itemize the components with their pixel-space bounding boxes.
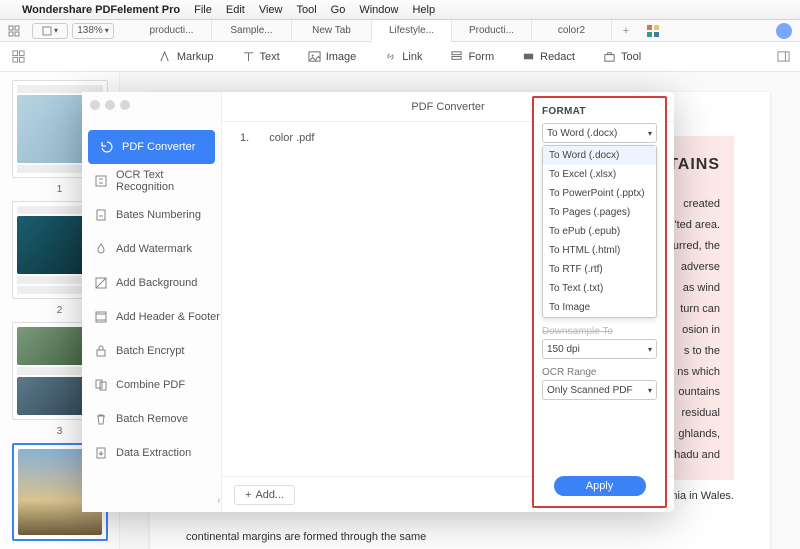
sidebar-item-pdf-converter[interactable]: PDF Converter <box>88 130 215 164</box>
format-panel: FORMAT To Word (.docx)▾ To Word (.docx) … <box>532 96 667 508</box>
tool-form[interactable]: Form <box>450 50 494 63</box>
sidebar-item-bates[interactable]: Bates Numbering <box>82 198 221 232</box>
menu-help[interactable]: Help <box>412 4 435 16</box>
apps-icon[interactable] <box>12 50 25 63</box>
tool-link[interactable]: Link <box>384 50 422 63</box>
ocr-range-select[interactable]: Only Scanned PDF▾ <box>542 380 657 400</box>
sidebar-item-extract[interactable]: Data Extraction <box>82 436 221 470</box>
zoom-dropdown[interactable]: 138%▾ <box>72 23 114 39</box>
new-tab-button[interactable]: + <box>612 25 640 37</box>
sidebar-item-combine[interactable]: Combine PDF <box>82 368 221 402</box>
grid-icon[interactable] <box>646 24 660 38</box>
doc-foot: continental margins are formed through t… <box>186 527 734 548</box>
format-option-excel[interactable]: To Excel (.xlsx) <box>543 165 656 184</box>
menu-view[interactable]: View <box>259 4 283 16</box>
sidebar-item-encrypt[interactable]: Batch Encrypt <box>82 334 221 368</box>
mac-menubar: Wondershare PDFelement Pro File Edit Vie… <box>0 0 800 20</box>
format-option-rtf[interactable]: To RTF (.rtf) <box>543 260 656 279</box>
downsample-label: Downsample To <box>542 326 657 337</box>
format-option-ppt[interactable]: To PowerPoint (.pptx) <box>543 184 656 203</box>
plus-icon: + <box>245 489 251 501</box>
format-option-word[interactable]: To Word (.docx) <box>543 146 656 165</box>
thumb-label-1: 1 <box>57 184 63 195</box>
format-option-text[interactable]: To Text (.txt) <box>543 279 656 298</box>
doc-tab-3[interactable]: Lifestyle... <box>372 20 452 42</box>
doc-tab-0[interactable]: producti... <box>132 20 212 42</box>
menu-tool[interactable]: Tool <box>296 4 316 16</box>
format-option-epub[interactable]: To ePub (.epub) <box>543 222 656 241</box>
doc-tab-5[interactable]: color2 <box>532 20 612 42</box>
format-option-pages[interactable]: To Pages (.pages) <box>543 203 656 222</box>
tool-markup[interactable]: Markup <box>159 50 214 63</box>
doc-tab-1[interactable]: Sample... <box>212 20 292 42</box>
user-avatar-icon[interactable] <box>776 23 792 39</box>
add-button[interactable]: +Add... <box>234 485 295 505</box>
format-header: FORMAT <box>542 106 657 117</box>
tool-toolbox[interactable]: Tool <box>603 50 641 63</box>
menu-go[interactable]: Go <box>331 4 346 16</box>
converter-sidebar: PDF Converter OCR Text Recognition Bates… <box>82 92 222 512</box>
doc-tab-4[interactable]: Producti... <box>452 20 532 42</box>
doc-tab-2[interactable]: New Tab <box>292 20 372 42</box>
sidebar-item-watermark[interactable]: Add Watermark <box>82 232 221 266</box>
window-traffic-lights[interactable] <box>90 100 130 110</box>
tab-bar: ▾ 138%▾ producti... Sample... New Tab Li… <box>0 20 800 42</box>
format-select[interactable]: To Word (.docx)▾ <box>542 123 657 143</box>
sidebar-item-background[interactable]: Add Background <box>82 266 221 300</box>
apply-button[interactable]: Apply <box>554 476 646 496</box>
thumb-label-2: 2 <box>57 305 63 316</box>
file-index: 1. <box>240 132 249 144</box>
ocr-range-label: OCR Range <box>542 367 657 378</box>
format-option-image[interactable]: To Image <box>543 298 656 317</box>
sidebar-item-ocr[interactable]: OCR Text Recognition <box>82 164 221 198</box>
thumbnails-toggle-icon[interactable] <box>0 25 28 37</box>
downsample-select[interactable]: 150 dpi▾ <box>542 339 657 359</box>
tool-image[interactable]: Image <box>308 50 357 63</box>
panel-toggle-icon[interactable] <box>777 50 790 63</box>
tool-text[interactable]: Text <box>242 50 280 63</box>
tools-row: Markup Text Image Link Form Redact Tool <box>0 42 800 72</box>
file-name: color .pdf <box>269 132 314 144</box>
page-fit-dropdown[interactable]: ▾ <box>32 23 68 39</box>
sidebar-item-headerfooter[interactable]: Add Header & Footer <box>82 300 221 334</box>
app-name[interactable]: Wondershare PDFelement Pro <box>22 4 180 16</box>
format-dropdown: To Word (.docx) To Excel (.xlsx) To Powe… <box>542 145 657 318</box>
sidebar-collapse-handle[interactable]: ‹ <box>212 495 226 506</box>
menu-edit[interactable]: Edit <box>226 4 245 16</box>
sidebar-item-remove[interactable]: Batch Remove <box>82 402 221 436</box>
format-option-html[interactable]: To HTML (.html) <box>543 241 656 260</box>
thumb-label-3: 3 <box>57 426 63 437</box>
menu-window[interactable]: Window <box>359 4 398 16</box>
tool-redact[interactable]: Redact <box>522 50 575 63</box>
menu-file[interactable]: File <box>194 4 212 16</box>
